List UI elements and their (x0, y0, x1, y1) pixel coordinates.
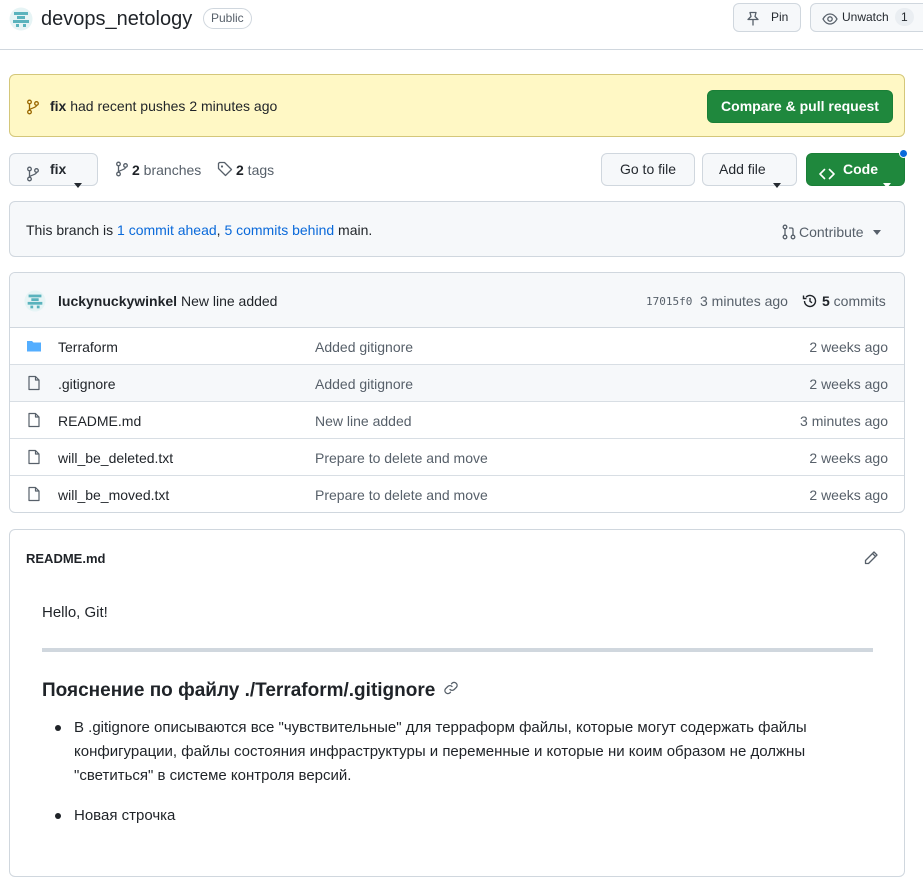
chevron-down-icon (883, 168, 891, 199)
link-icon[interactable] (443, 680, 459, 702)
commit-author[interactable]: luckynuckywinkel (58, 293, 177, 309)
file-row-terraform[interactable]: Terraform Added gitignore 2 weeks ago (10, 328, 904, 365)
commit-time: 3 minutes ago (700, 293, 788, 309)
pull-request-icon (782, 224, 796, 243)
chevron-down-icon (773, 168, 781, 199)
file-icon (26, 412, 42, 431)
list-item: Новая строчка (42, 804, 882, 828)
file-age: 2 weeks ago (809, 339, 888, 355)
pushed-branch-name[interactable]: fix (50, 98, 66, 114)
chevron-down-icon (74, 168, 82, 199)
branch-compare-status: This branch is 1 commit ahead, 5 commits… (9, 201, 905, 257)
readme-title[interactable]: README.md (26, 551, 105, 566)
commits-behind-link[interactable]: 5 commits behind (224, 222, 334, 238)
unwatch-button[interactable]: Unwatch 1 (810, 3, 923, 32)
notification-dot (899, 149, 908, 158)
tags-link[interactable]: 2 tags (217, 161, 274, 180)
horizontal-rule (42, 648, 873, 652)
file-icon (26, 449, 42, 468)
file-age: 2 weeks ago (809, 450, 888, 466)
file-row-gitignore[interactable]: .gitignore Added gitignore 2 weeks ago (10, 365, 904, 402)
recent-push-text: fix had recent pushes 2 minutes ago (50, 98, 278, 114)
branch-icon (26, 162, 40, 193)
code-icon (819, 162, 835, 193)
code-label: Code (843, 161, 878, 177)
list-item: В .gitignore описываются все "чувствител… (42, 716, 882, 788)
commits-ahead-link[interactable]: 1 commit ahead (117, 222, 217, 238)
file-commit-message[interactable]: Added gitignore (315, 376, 413, 392)
repo-header: devops_netology Public Pin Unwatch 1 (0, 0, 923, 50)
file-name[interactable]: Terraform (58, 339, 118, 355)
repo-name[interactable]: devops_netology (41, 8, 192, 31)
chevron-down-icon (873, 222, 882, 238)
commit-author-and-message: luckynuckywinkel New line added (58, 293, 277, 309)
file-age: 2 weeks ago (809, 487, 888, 503)
file-row-will-be-deleted[interactable]: will_be_deleted.txt Prepare to delete an… (10, 439, 904, 476)
add-file-button[interactable]: Add file (702, 153, 797, 188)
branch-icon (115, 161, 129, 180)
commits-history-link[interactable]: 5 commits (802, 293, 886, 312)
code-button[interactable]: Code (806, 153, 905, 188)
history-icon (802, 293, 818, 312)
folder-icon (26, 338, 42, 357)
tag-icon (217, 161, 233, 180)
add-file-label: Add file (719, 161, 766, 177)
current-branch-label: fix (50, 161, 67, 177)
file-commit-message[interactable]: Prepare to delete and move (315, 450, 488, 466)
file-commit-message[interactable]: New line added (315, 413, 412, 429)
unwatch-label: Unwatch (842, 10, 889, 24)
file-name[interactable]: .gitignore (58, 376, 116, 392)
go-to-file-button[interactable]: Go to file (601, 153, 695, 186)
file-commit-message[interactable]: Prepare to delete and move (315, 487, 488, 503)
file-commit-message[interactable]: Added gitignore (315, 339, 413, 355)
file-age: 2 weeks ago (809, 376, 888, 392)
file-icon (26, 486, 42, 505)
file-row-will-be-moved[interactable]: will_be_moved.txt Prepare to delete and … (10, 476, 904, 512)
readme-panel: README.md Hello, Git! Пояснение по файлу… (9, 529, 905, 877)
readme-heading: Пояснение по файлу ./Terraform/.gitignor… (42, 680, 459, 702)
pin-button[interactable]: Pin (733, 3, 801, 32)
contribute-dropdown[interactable]: Contribute (782, 222, 882, 243)
file-row-readme[interactable]: README.md New line added 3 minutes ago (10, 402, 904, 439)
branch-selector[interactable]: fix (9, 153, 98, 188)
file-name[interactable]: will_be_moved.txt (58, 487, 169, 503)
readme-paragraph: Hello, Git! (42, 604, 108, 621)
eye-icon (822, 10, 838, 37)
commit-sha[interactable]: 17015f0 (646, 295, 692, 308)
owner-avatar[interactable] (9, 7, 33, 31)
pencil-icon[interactable] (863, 550, 879, 569)
file-age: 3 minutes ago (800, 413, 888, 429)
file-name[interactable]: will_be_deleted.txt (58, 450, 173, 466)
readme-bullet-list: В .gitignore описываются все "чувствител… (42, 716, 882, 844)
compare-pull-request-button[interactable]: Compare & pull request (707, 90, 893, 123)
pin-icon (745, 10, 761, 37)
pin-label: Pin (771, 10, 789, 24)
latest-commit-row: luckynuckywinkel New line added 17015f0 … (10, 273, 904, 328)
file-listing: luckynuckywinkel New line added 17015f0 … (9, 272, 905, 513)
visibility-badge: Public (203, 8, 252, 29)
author-avatar[interactable] (24, 290, 46, 315)
commit-message[interactable]: New line added (177, 293, 278, 309)
branch-icon (26, 99, 40, 118)
recent-push-banner: fix had recent pushes 2 minutes ago Comp… (9, 74, 905, 137)
branch-status-text: This branch is 1 commit ahead, 5 commits… (26, 222, 373, 238)
watch-count: 1 (895, 8, 914, 26)
branches-link[interactable]: 2 branches (115, 161, 201, 180)
file-name[interactable]: README.md (58, 413, 141, 429)
file-icon (26, 375, 42, 394)
